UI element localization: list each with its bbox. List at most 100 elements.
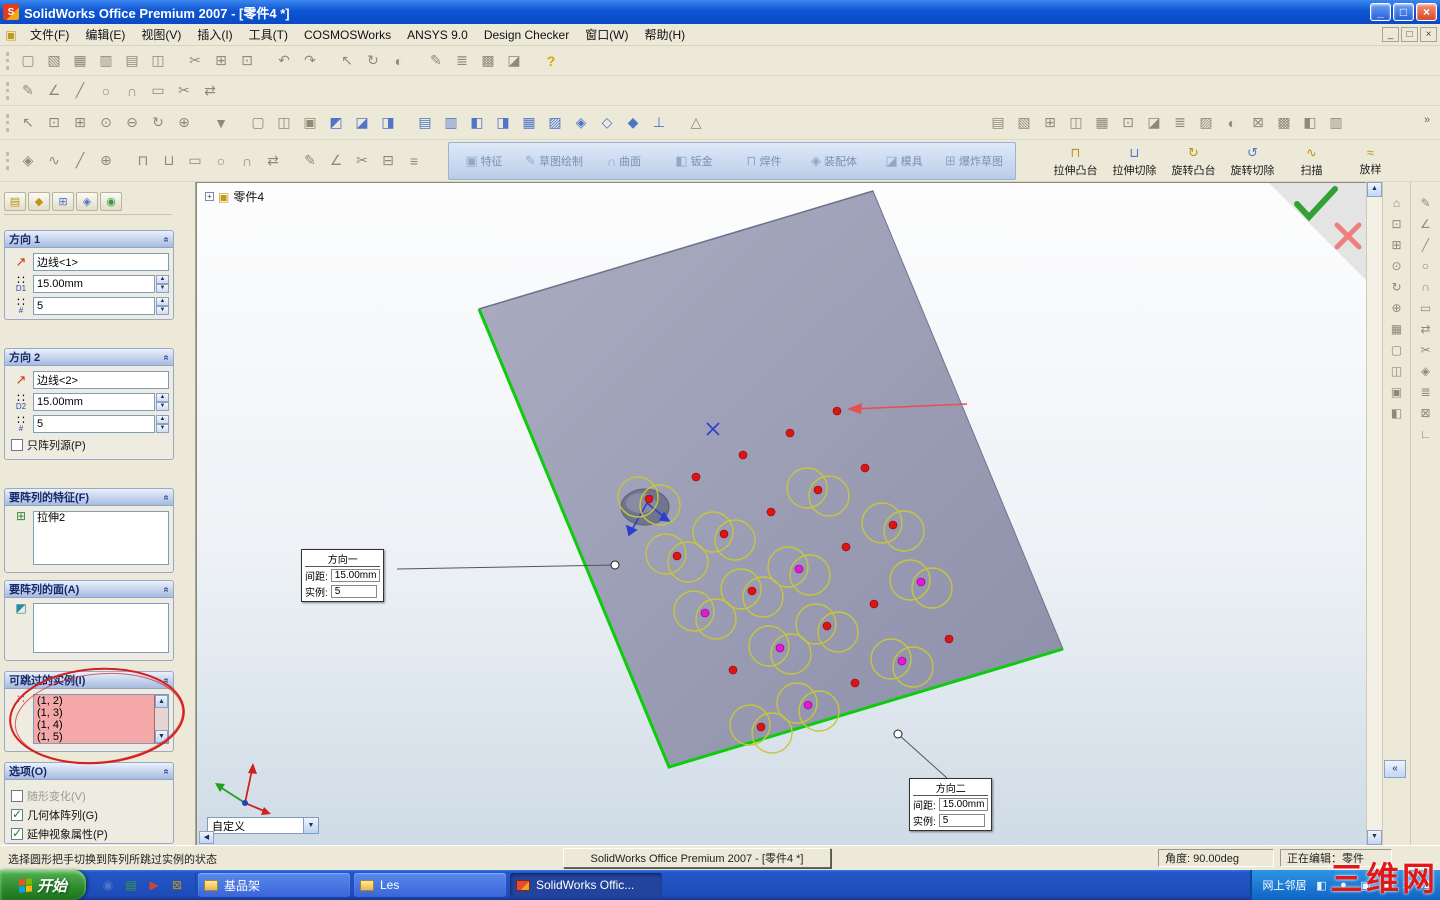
skipped-instance-handle[interactable] [803,700,813,710]
featuremanager-tree-root[interactable]: + ▣ 零件4 [205,188,264,205]
addins-tab[interactable]: ◉ [100,192,122,211]
skip-instance-item[interactable]: (1, 2) [34,695,154,707]
mirror-tool-icon[interactable]: ⇄ [1415,318,1437,339]
features-to-pattern-list[interactable]: 拉伸2 [33,511,169,565]
new-icon[interactable]: ▢ [16,49,40,72]
cosmos-icon-2[interactable]: ▧ [1012,111,1036,134]
arc-tool-icon[interactable]: ∩ [1415,276,1437,297]
normal-to-icon[interactable]: ⊥ [647,111,671,134]
direction1-edge-field[interactable]: 边线<1> [33,253,169,271]
zoom-fit-view-icon[interactable]: ⊡ [1386,213,1408,234]
cosmos-icon-13[interactable]: ◧ [1298,111,1322,134]
view-orientation-icon[interactable]: ▼ [209,111,233,134]
skip-group-header[interactable]: 可跳过的实例(I) « [5,672,173,689]
commandmanager-tab[interactable]: ✎ 草图绘制 [519,153,589,169]
rect-icon[interactable]: ▭ [183,149,207,172]
toolbar-grip[interactable] [6,151,11,170]
collapse-chevron-icon[interactable]: « [161,236,172,242]
shaded-edges-icon[interactable]: ◩ [324,111,348,134]
cosmos-icon-12[interactable]: ▩ [1272,111,1296,134]
skipped-instance-handle[interactable] [916,577,926,587]
combo-dropdown-icon[interactable]: ▼ [303,818,318,833]
menu-item[interactable]: 编辑(E) [77,24,133,45]
zoom-selection-icon[interactable]: ⊖ [120,111,144,134]
mdi-restore-button[interactable]: □ [1401,27,1418,42]
rectangle-icon[interactable]: ▭ [146,79,170,102]
menu-item[interactable]: Design Checker [476,26,577,44]
instance-handle[interactable] [691,472,701,482]
hscroll-left-icon[interactable]: ◀ [199,831,214,844]
configuration-manager-tab[interactable]: ⊞ [52,192,74,211]
instance-handle[interactable] [850,678,860,688]
task-button[interactable]: SolidWorks Offic... [510,873,662,897]
collapse-chevron-icon[interactable]: « [161,586,172,592]
commandmanager-tab[interactable]: ⊓ 焊件 [729,153,799,169]
options-group-header[interactable]: 选项(O) « [5,763,173,780]
spacing-spinner[interactable]: ▲ ▼ [156,393,169,411]
quicklaunch-media-icon[interactable]: ▶ [145,876,163,894]
hidden-lines-removed-icon[interactable]: ▣ [298,111,322,134]
print-preview-icon[interactable]: ◫ [146,49,170,72]
sketch-toolbar-icon[interactable]: ✎ [424,49,448,72]
menu-item[interactable]: COSMOSWorks [296,26,399,44]
direction2-edge-field[interactable]: 边线<2> [33,371,169,389]
maximize-button[interactable]: □ [1393,3,1414,21]
bottom-view-icon[interactable]: ▨ [543,111,567,134]
skip-instance-item[interactable]: (1, 4) [34,719,154,731]
direction1-spacing-input[interactable]: 15.00mm [33,275,155,293]
trimetric-view-icon[interactable]: ◇ [595,111,619,134]
cosmos-icon-5[interactable]: ▦ [1090,111,1114,134]
instance-handle[interactable] [860,463,870,473]
rebuild-icon[interactable]: ↻ [361,49,385,72]
toolbar-overflow-icon[interactable]: » [1424,114,1430,126]
cosmos-icon-14[interactable]: ▥ [1324,111,1348,134]
instant3d-icon[interactable]: ⊕ [94,149,118,172]
features-group-header[interactable]: 要阵列的特征(F) « [5,489,173,506]
menu-item[interactable]: 视图(V) [133,24,189,45]
cosmos-icon-6[interactable]: ⊡ [1116,111,1140,134]
collapse-chevron-icon[interactable]: « [161,494,172,500]
save-icon[interactable]: ▦ [68,49,92,72]
callout-spacing-value[interactable]: 15.00mm [330,569,381,582]
rotate-view-icon[interactable]: ↻ [146,111,170,134]
zoom-area-view-icon[interactable]: ⊞ [1386,234,1408,255]
direction2-callout[interactable]: 方向二 间距: 15.00mm 实例: 5 [909,778,993,831]
faces-to-pattern-list[interactable] [33,603,169,653]
instances-to-skip-list[interactable]: (1, 2) (1, 3) (1, 4) (1, 5) [34,695,154,743]
select-arrow-icon[interactable]: ↖ [16,111,40,134]
edit-color-icon[interactable]: ◐ [387,49,411,72]
commandmanager-tab[interactable]: ▣ 特征 [449,153,519,169]
instance-handle[interactable] [785,428,795,438]
mirror-feature-icon[interactable]: ⇄ [261,149,285,172]
skipped-instance-handle[interactable] [775,643,785,653]
home-view-icon[interactable]: ⌂ [1386,192,1408,213]
scroll-up-icon[interactable]: ▲ [1367,182,1382,197]
direction2-spacing-input[interactable]: 15.00mm [33,393,155,411]
top-view-icon[interactable]: ▦ [517,111,541,134]
save-all-icon[interactable]: ▥ [94,49,118,72]
quicklaunch-mail-icon[interactable]: ⊠ [168,876,186,894]
checkbox-box[interactable] [11,790,23,802]
cosmos-icon-11[interactable]: ⊠ [1246,111,1270,134]
start-button[interactable]: 开始 [0,870,86,900]
wireframe-view-icon[interactable]: ▢ [1386,339,1408,360]
feature-button[interactable]: ∿ 扫描 [1282,145,1341,178]
tools-options-icon[interactable]: ≣ [450,49,474,72]
feature-button[interactable]: ⊓ 拉伸凸台 [1046,145,1105,178]
viewport-vscrollbar[interactable]: ▲ ▼ [1366,182,1382,845]
menu-item[interactable]: 窗口(W) [577,24,636,45]
scroll-up-icon[interactable]: ▲ [155,695,168,708]
toolbar-grip[interactable] [6,81,11,100]
menu-item[interactable]: 文件(F) [22,24,77,45]
callout-instances-value[interactable]: 5 [330,585,377,598]
propertymanager-tab[interactable]: ◆ [28,192,50,211]
redo-icon[interactable]: ↷ [298,49,322,72]
rotate-3d-icon[interactable]: ↻ [1386,276,1408,297]
trim-tool-icon[interactable]: ✂ [350,149,374,172]
direction1-group-header[interactable]: 方向 1 « [5,231,173,248]
instance-handle[interactable] [672,551,682,561]
dimetric-view-icon[interactable]: ◆ [621,111,645,134]
commandmanager-tab[interactable]: ◈ 装配体 [799,153,869,169]
measure-icon[interactable]: ∟ [1415,423,1437,444]
section-view-icon[interactable]: ◧ [1386,402,1408,423]
